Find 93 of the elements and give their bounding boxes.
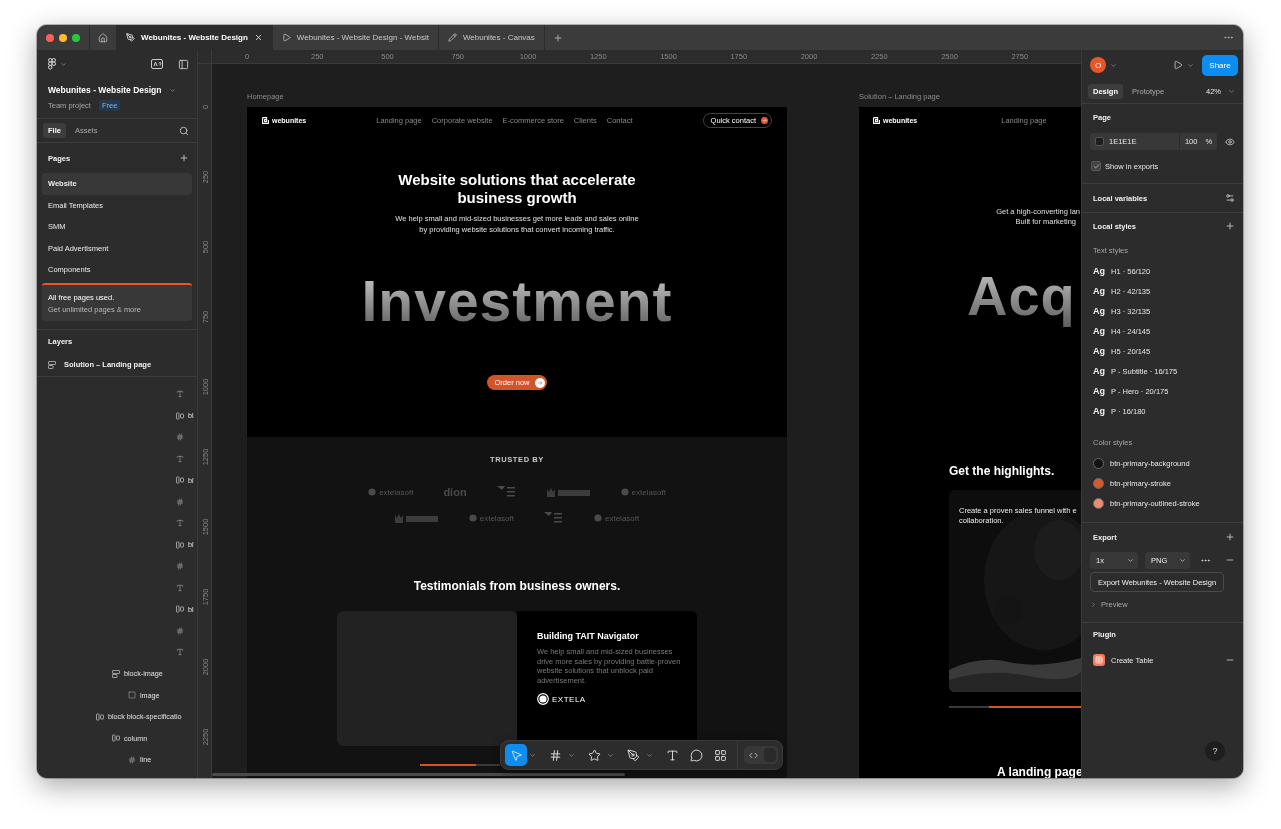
window-tab[interactable]: Webunites - Website Design: [117, 25, 273, 50]
logo-icon: [544, 512, 564, 524]
pencil-icon: [447, 33, 457, 42]
chevron-down-icon[interactable]: [646, 751, 653, 759]
pen-icon: [126, 33, 135, 42]
search-icon[interactable]: [179, 125, 189, 136]
chevron-down-icon: [60, 60, 67, 68]
user-avatar[interactable]: O: [1090, 57, 1106, 73]
maximize-button[interactable]: [72, 33, 80, 42]
client-logo: dion: [443, 486, 467, 498]
star-icon: [587, 748, 601, 762]
chevron-right-icon: [1090, 600, 1097, 608]
pen-icon: [626, 748, 640, 762]
columns-icon: [112, 734, 120, 743]
hash-icon: [176, 562, 184, 571]
text-icon: [176, 583, 184, 592]
grid-icon: [713, 748, 727, 762]
logo-icon: [262, 117, 269, 124]
chevron-down-icon[interactable]: [607, 751, 614, 759]
rows-icon: [48, 360, 56, 369]
logo-icon: [594, 514, 602, 522]
company-logo: EXTELA: [552, 694, 586, 704]
section-title: Testimonials from business owners.: [413, 579, 621, 593]
canvas[interactable]: [212, 64, 1081, 778]
play-icon: [281, 33, 291, 42]
client-logo: extelasoft: [631, 487, 666, 497]
plus-icon: [552, 32, 563, 43]
chevron-down-icon: [1127, 556, 1134, 564]
chevron-down-icon: [168, 86, 176, 94]
eye-icon[interactable]: [1225, 136, 1235, 147]
file-name[interactable]: Webunites - Website Design: [48, 85, 162, 95]
text-icon: [176, 454, 184, 463]
logo-icon: [546, 487, 591, 497]
columns-icon: [176, 605, 184, 614]
chevron-down-icon[interactable]: [529, 751, 536, 759]
close-icon[interactable]: [253, 33, 263, 42]
client-logo: extelasoft: [605, 513, 640, 523]
text-icon: [176, 390, 184, 399]
columns-icon: [96, 712, 104, 721]
scrollbar[interactable]: [212, 773, 625, 776]
hash-icon: [548, 748, 562, 762]
rows-icon: [112, 669, 120, 678]
hash-icon: [176, 433, 184, 442]
arrow-icon: [762, 118, 767, 123]
help-button[interactable]: ?: [1205, 741, 1225, 761]
text-icon: [176, 519, 184, 528]
add-icon[interactable]: [179, 153, 189, 163]
columns-icon: [176, 476, 184, 485]
home-icon: [98, 32, 108, 43]
text-icon: [665, 748, 679, 762]
card-title: Building TAIT Navigator: [537, 631, 640, 641]
logo-icon: [620, 488, 629, 496]
chevron-down-icon: [1179, 556, 1186, 564]
columns-icon: [176, 540, 184, 549]
chevron-down-icon: [1110, 61, 1117, 69]
square-icon: [128, 691, 136, 700]
text-box-icon[interactable]: [151, 59, 163, 69]
chevron-down-icon[interactable]: [568, 751, 575, 759]
pointer-icon: [509, 748, 523, 762]
code-icon: [749, 750, 758, 760]
add-icon[interactable]: [1225, 532, 1235, 542]
logo-icon: [496, 486, 517, 498]
logo-icon: [368, 488, 377, 496]
logo-icon: [48, 58, 56, 70]
play-icon[interactable]: [1173, 60, 1183, 70]
headline: Website solutions that accelerate business growth: [397, 171, 637, 207]
chevron-down-icon: [1228, 88, 1235, 95]
hash-icon: [128, 755, 136, 764]
logo-icon: [468, 514, 477, 522]
dev-mode-toggle[interactable]: [744, 746, 778, 764]
logo-icon: [873, 117, 880, 124]
client-logo: extelasoft: [379, 487, 414, 497]
client-logo: extelasoft: [479, 513, 514, 523]
chevron-down-icon: [1187, 61, 1194, 69]
sliders-icon[interactable]: [1225, 193, 1235, 203]
table-icon: [1093, 654, 1105, 666]
comment-icon: [689, 748, 703, 762]
minimize-button[interactable]: [59, 33, 67, 42]
tool-button[interactable]: [505, 744, 527, 766]
text-icon: [176, 648, 184, 657]
logo-icon: [394, 513, 439, 523]
sidebar-icon[interactable]: [178, 58, 189, 70]
section-title: Get the highlights.: [949, 464, 1056, 478]
checkbox[interactable]: [1091, 161, 1101, 171]
add-icon[interactable]: [1225, 221, 1235, 231]
logo-icon: [537, 693, 549, 705]
page-frame[interactable]: [247, 107, 787, 778]
hash-icon: [176, 497, 184, 506]
check-icon: [1092, 162, 1100, 170]
columns-icon: [176, 411, 184, 420]
hash-icon: [176, 626, 184, 635]
arrow-icon: [536, 379, 543, 386]
close-button[interactable]: [46, 33, 54, 42]
